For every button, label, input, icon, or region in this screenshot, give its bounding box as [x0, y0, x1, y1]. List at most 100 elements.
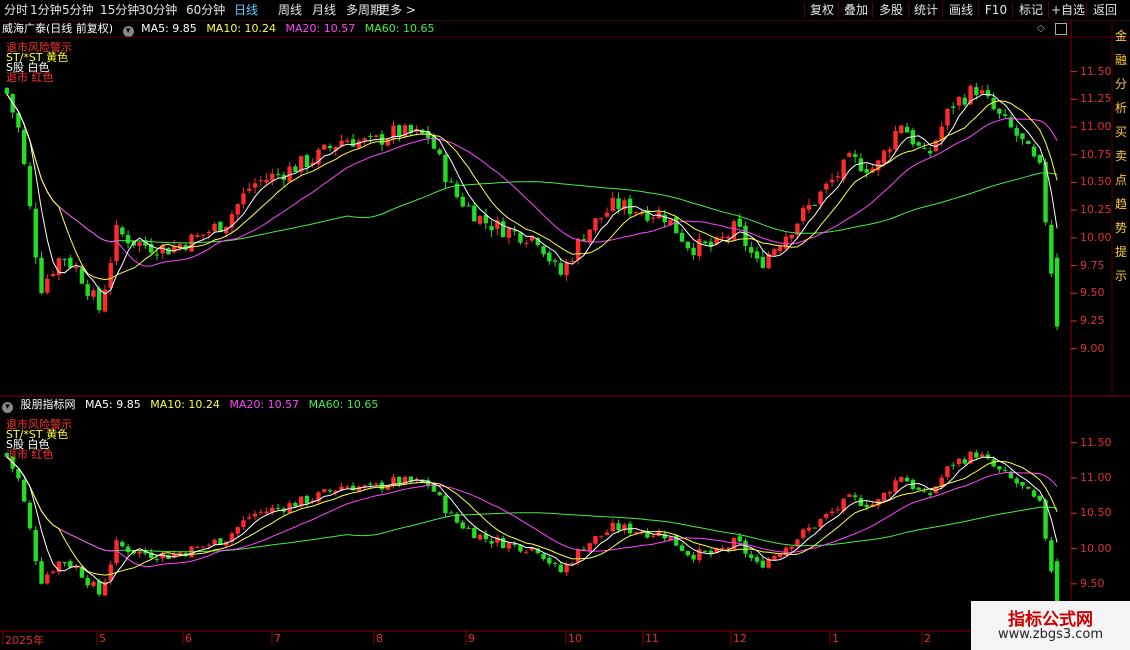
bottom-candle [899, 476, 904, 482]
bottom-candle [506, 542, 512, 549]
top-candle [587, 229, 592, 242]
top-candle [899, 125, 904, 134]
top-candle [570, 260, 575, 262]
price-tick-label: 11.00 [1080, 470, 1112, 484]
top-candle [466, 205, 471, 207]
bottom-candle [524, 551, 529, 553]
top-candle [449, 181, 454, 183]
bottom-candle [922, 491, 927, 493]
top-candle [91, 290, 96, 297]
bottom-candle [1014, 478, 1019, 484]
top-candle [362, 138, 367, 141]
top-candle [206, 231, 212, 234]
top-candle [697, 238, 702, 257]
bottom-candle [564, 563, 569, 573]
bottom-candle [737, 536, 742, 542]
top-candle [610, 197, 615, 212]
top-candle [22, 129, 27, 165]
bottom-candle [500, 537, 506, 549]
price-tick-label: 11.50 [1080, 435, 1112, 449]
bottom-candle [916, 487, 921, 490]
bottom-candle [1020, 481, 1025, 486]
bottom-candle [852, 495, 858, 497]
kline-chart[interactable] [0, 0, 1130, 650]
top-candle [252, 183, 258, 188]
bottom-candle [720, 548, 725, 550]
top-candle [951, 106, 956, 108]
top-candle [500, 221, 506, 238]
date-tick-label: 11 [645, 632, 659, 645]
bottom-candle [22, 479, 27, 502]
top-candle [524, 243, 529, 245]
price-tick-label: 9.00 [1080, 341, 1105, 355]
top-candle [858, 158, 864, 172]
bottom-candle [449, 512, 454, 514]
top-candle [73, 266, 79, 269]
top-candle [258, 180, 263, 182]
bottom-candle [304, 495, 310, 504]
top-candle [674, 217, 679, 234]
bottom-candle [754, 557, 760, 562]
top-candle [154, 254, 160, 256]
top-candle [489, 226, 494, 231]
top-candle [974, 87, 979, 96]
bottom-candle [881, 492, 887, 501]
top-candle [726, 236, 731, 239]
bottom-candle [477, 534, 483, 540]
bottom-candle [235, 527, 240, 534]
site-watermark: 指标公式网 www.zbgs3.com [971, 601, 1130, 650]
bottom-candle [847, 494, 852, 497]
bottom-candle [1031, 490, 1037, 497]
top-candle [195, 235, 200, 237]
bottom-candle [270, 507, 275, 512]
bottom-candle [997, 466, 1002, 470]
side-text: 金融分析买卖点趋势提示 [1115, 29, 1128, 283]
top-candle [593, 218, 598, 231]
bottom-candle [887, 492, 892, 494]
top-candle [33, 208, 38, 258]
top-candle [39, 257, 44, 294]
bottom-candle [50, 571, 56, 573]
bottom-candle [679, 545, 685, 551]
bottom-candle [125, 546, 131, 553]
bottom-candle [697, 549, 702, 561]
date-tick-label: 2 [924, 632, 931, 645]
top-candle [374, 135, 379, 137]
bottom-candle [154, 559, 160, 561]
bottom-candle [927, 493, 933, 495]
price-tick-label: 10.50 [1080, 506, 1112, 520]
top-candle [772, 249, 777, 256]
bottom-candle [212, 539, 217, 545]
bottom-candle [633, 532, 639, 534]
bottom-candle [247, 517, 252, 519]
top-candle [777, 246, 783, 252]
top-candle [783, 236, 789, 249]
bottom-candle [951, 464, 956, 466]
bottom-candle [85, 578, 90, 586]
top-candle [962, 97, 967, 105]
bottom-candle [489, 541, 494, 544]
top-candle [68, 257, 73, 268]
bottom-candle [772, 555, 777, 560]
bottom-candle [4, 453, 10, 457]
bottom-candle [743, 540, 748, 554]
bottom-candle [322, 489, 327, 493]
bottom-ma5-line [6, 456, 1058, 585]
bottom-candle [974, 452, 979, 458]
bottom-candle [702, 550, 708, 552]
top-candle [275, 174, 281, 176]
top-candle [541, 246, 546, 255]
bottom-candle [472, 528, 477, 539]
date-tick-label: 8 [376, 632, 383, 645]
bottom-candle [518, 545, 523, 552]
bottom-candle [691, 554, 696, 560]
bottom-candle [979, 454, 985, 457]
top-candle [547, 252, 552, 262]
top-candle [979, 90, 985, 94]
bottom-candle [547, 557, 552, 564]
top-candle [916, 142, 921, 146]
top-ma5-line [6, 93, 1058, 295]
top-candle [985, 90, 991, 97]
top-candle [125, 234, 131, 244]
top-candle [477, 215, 483, 224]
